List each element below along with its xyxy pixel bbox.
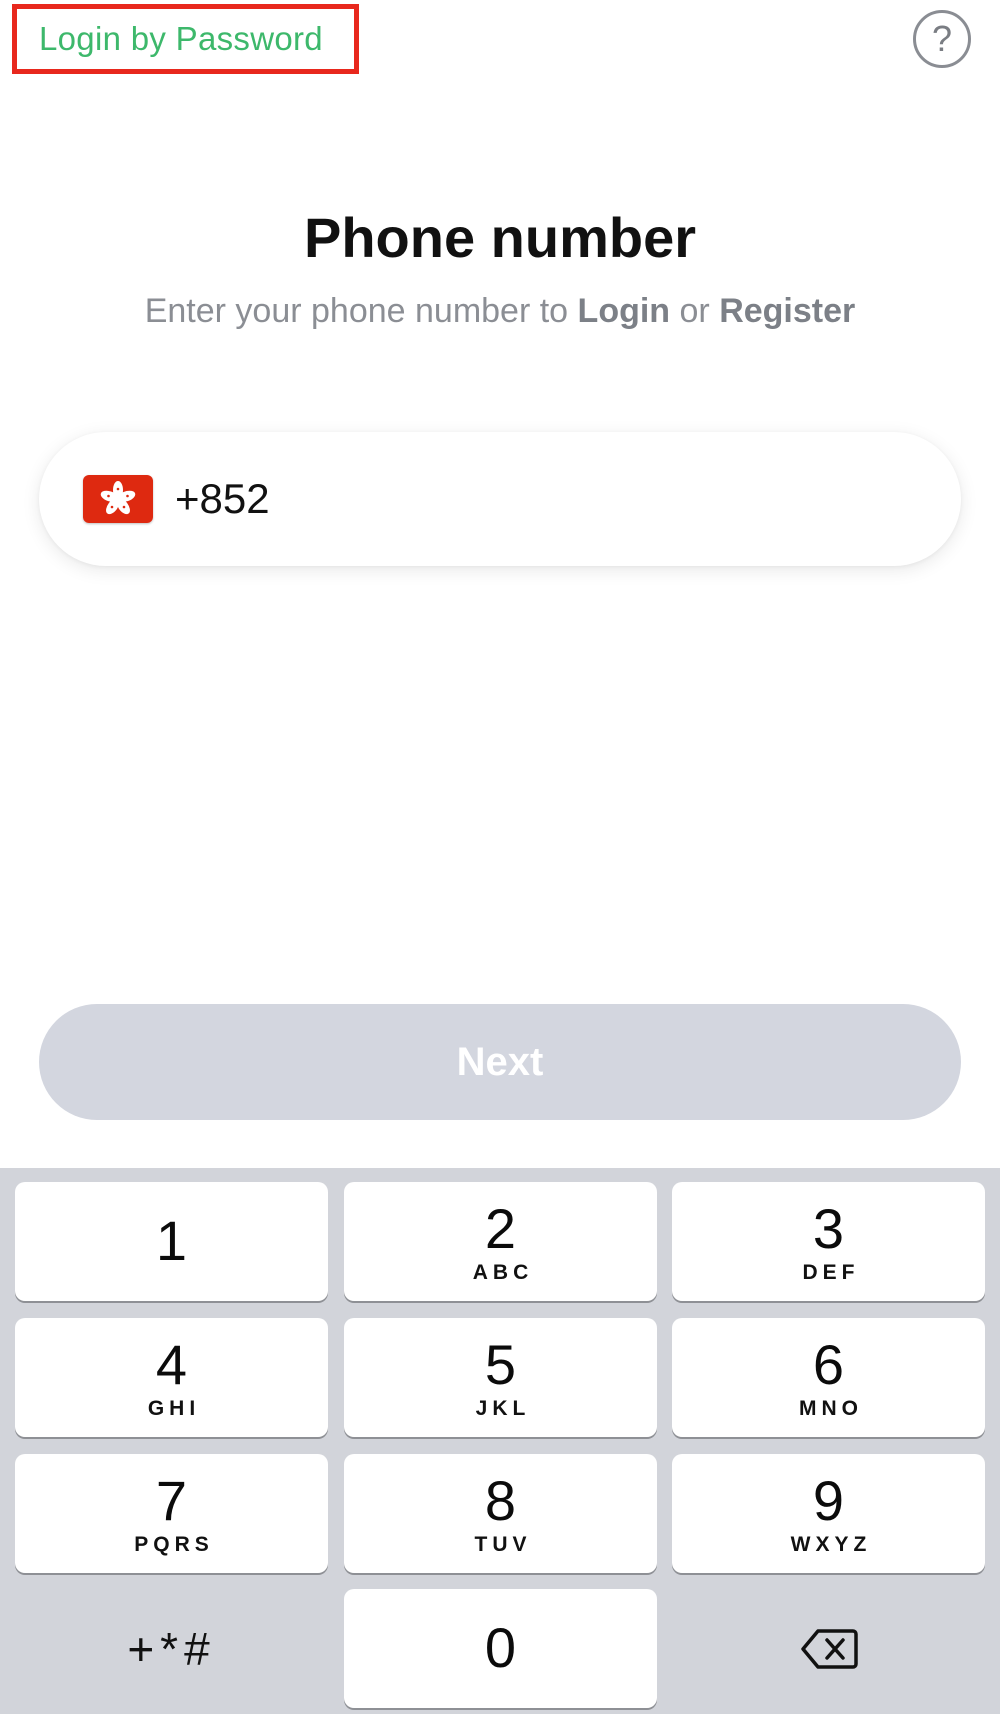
key-letters: PQRS <box>134 1532 214 1556</box>
key-2[interactable]: 2 ABC <box>344 1182 657 1301</box>
key-1[interactable]: 1 <box>15 1182 328 1301</box>
key-0[interactable]: 0 <box>344 1589 657 1708</box>
hong-kong-flag-icon[interactable] <box>83 475 153 523</box>
key-letters: GHI <box>147 1396 201 1420</box>
key-6[interactable]: 6 MNO <box>672 1318 985 1437</box>
key-4[interactable]: 4 GHI <box>15 1318 328 1437</box>
key-symbols[interactable]: +*# <box>15 1589 328 1708</box>
key-3[interactable]: 3 DEF <box>672 1182 985 1301</box>
subtitle-login: Login <box>577 292 671 330</box>
page-subtitle: Enter your phone number to Login or Regi… <box>0 292 1000 331</box>
key-digit: 6 <box>812 1332 845 1396</box>
key-digit: 2 <box>484 1196 517 1260</box>
key-letters: JKL <box>475 1396 531 1420</box>
key-8[interactable]: 8 TUV <box>344 1454 657 1573</box>
question-icon: ? <box>931 18 953 59</box>
key-digit: 9 <box>812 1468 845 1532</box>
key-letters: WXYZ <box>790 1532 872 1556</box>
key-9[interactable]: 9 WXYZ <box>672 1454 985 1573</box>
backspace-key[interactable] <box>672 1589 985 1708</box>
key-digit: 0 <box>484 1615 517 1679</box>
key-digit: 5 <box>484 1332 517 1396</box>
backspace-icon <box>800 1628 858 1669</box>
key-7[interactable]: 7 PQRS <box>15 1454 328 1573</box>
subtitle-or: or <box>670 292 720 330</box>
key-5[interactable]: 5 JKL <box>344 1318 657 1437</box>
phone-input[interactable]: +852 <box>39 432 961 566</box>
key-letters: DEF <box>802 1260 860 1284</box>
key-letters: ABC <box>472 1260 534 1284</box>
key-letters: TUV <box>474 1532 532 1556</box>
help-button[interactable]: ? <box>913 10 971 68</box>
key-digit: 1 <box>155 1208 188 1272</box>
key-digit: 4 <box>155 1332 188 1396</box>
key-letters: MNO <box>799 1396 863 1420</box>
key-symbols-label: +*# <box>127 1622 216 1675</box>
login-by-password-link[interactable]: Login by Password <box>39 20 323 58</box>
country-code: +852 <box>175 475 270 522</box>
login-screen: Login by Password ? Phone number Enter y… <box>0 0 1000 1714</box>
page-title: Phone number <box>303 206 697 269</box>
key-digit: 7 <box>155 1468 188 1532</box>
numeric-keyboard: 1 2 ABC 3 DEF 4 GHI 5 JKL 6 MNO 7 PQRS 8… <box>0 1168 1000 1714</box>
subtitle-prefix: Enter your phone number to <box>144 292 578 330</box>
subtitle-register: Register <box>719 292 856 330</box>
key-digit: 3 <box>812 1196 845 1260</box>
next-button[interactable]: Next <box>39 1004 961 1120</box>
login-by-password-highlight: Login by Password <box>12 4 359 74</box>
key-digit: 8 <box>484 1468 517 1532</box>
